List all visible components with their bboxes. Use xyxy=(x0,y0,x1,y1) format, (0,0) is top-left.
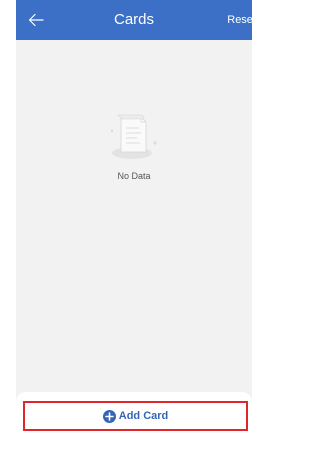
app-screen: Cards Reset No Data Add Card xyxy=(16,0,252,438)
app-header: Cards Reset xyxy=(16,0,252,40)
add-card-button[interactable]: Add Card xyxy=(23,401,248,431)
empty-state: No Data xyxy=(16,105,252,181)
back-button[interactable] xyxy=(22,6,50,34)
add-card-label: Add Card xyxy=(118,410,169,422)
screen-bottom-edge xyxy=(16,436,252,450)
document-icon xyxy=(111,114,157,159)
bottom-bar: Add Card xyxy=(16,392,252,438)
arrow-left-icon xyxy=(28,13,44,27)
reset-button[interactable]: Reset xyxy=(227,0,252,40)
plus-circle-icon xyxy=(102,409,116,423)
page-title: Cards xyxy=(113,11,154,28)
empty-message: No Data xyxy=(117,171,151,181)
